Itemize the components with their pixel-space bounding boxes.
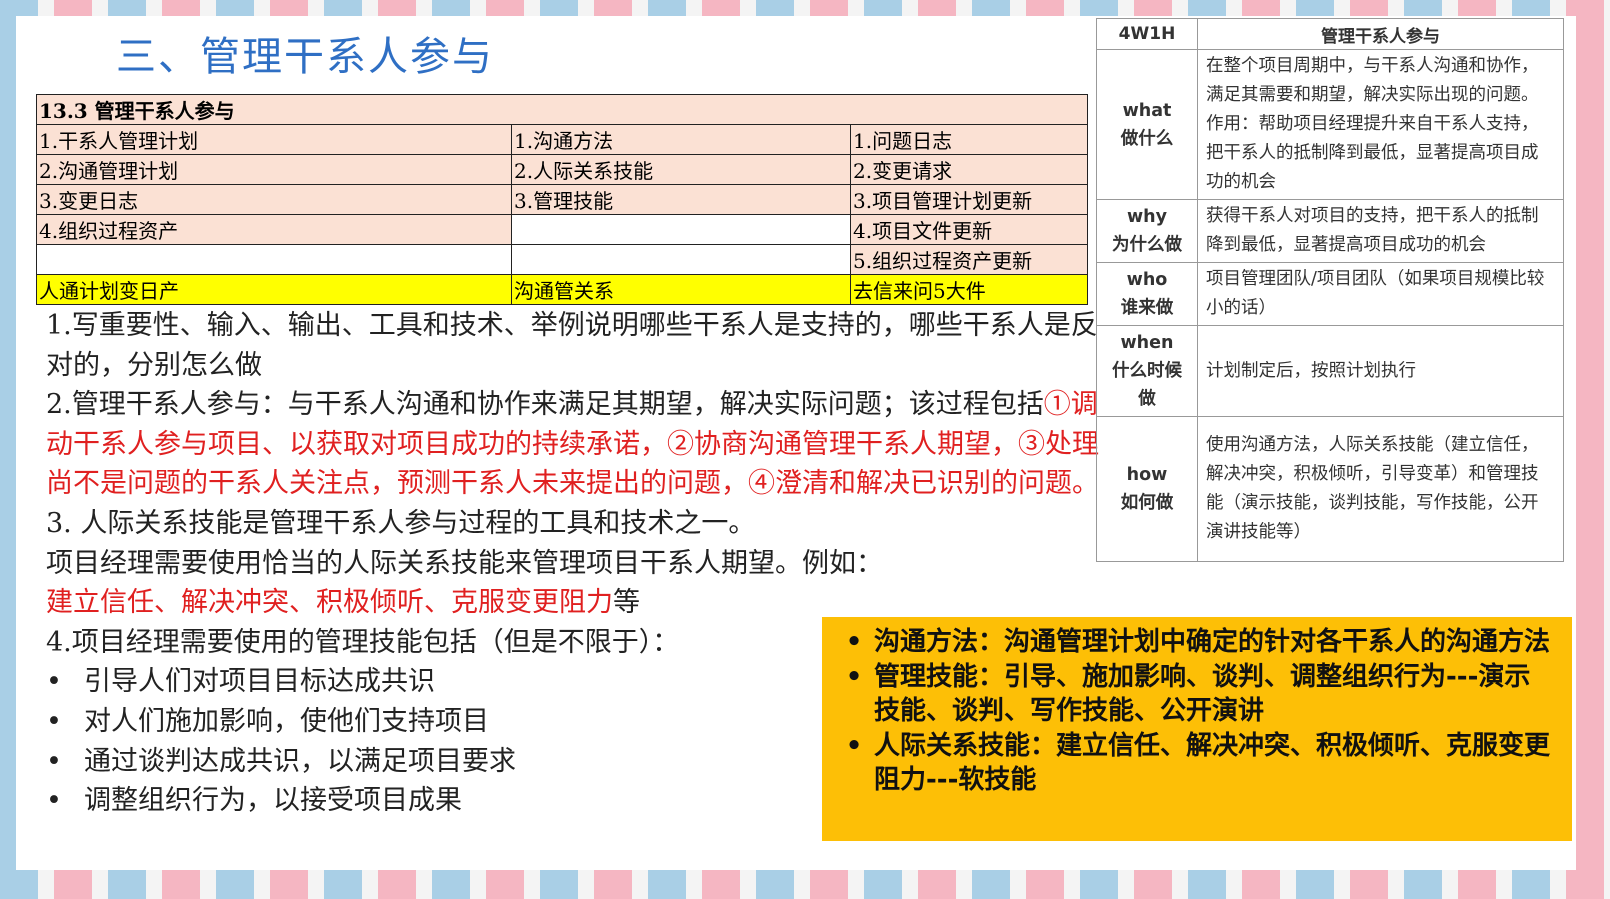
itto-tool-cell [511, 214, 851, 245]
list-item-text: 调整组织行为，以接受项目成果 [84, 785, 462, 817]
page-title: 三、管理干系人参与 [116, 34, 494, 80]
4w1h-key: why 为什么做 [1096, 199, 1198, 263]
4w1h-key: who 谁来做 [1096, 262, 1198, 326]
itto-tool-cell: 3.管理技能 [511, 184, 851, 215]
mnemonic-cell: 人通计划变日产 [36, 274, 512, 305]
itto-output-cell: 5.组织过程资产更新 [850, 244, 1088, 275]
4w1h-key-en: what [1122, 100, 1172, 121]
4w1h-table: 4W1H 管理干系人参与 what 做什么 在整个项目周期中，与干系人沟通和协作，… [1096, 18, 1564, 562]
itto-input-cell: 1.干系人管理计划 [36, 124, 512, 155]
4w1h-key: what 做什么 [1096, 49, 1198, 200]
bullet-icon: • [46, 785, 62, 817]
bullet-icon: • [46, 666, 62, 698]
4w1h-value: 使用沟通方法，人际关系技能（建立信任，解决冲突，积极倾听，引导变革）和管理技能（… [1197, 416, 1564, 562]
paragraph-5-text: 等 [613, 587, 640, 619]
bullet-icon: • [46, 705, 62, 737]
itto-output-cell: 2.变更请求 [850, 154, 1088, 185]
4w1h-col2-header: 管理干系人参与 [1197, 18, 1564, 50]
summary-box: • 沟通方法：沟通管理计划中确定的针对各干系人的沟通方法 • 管理技能：引导、施加影… [822, 617, 1572, 841]
4w1h-key-zh: 如何做 [1120, 493, 1174, 513]
itto-header: 13.3 管理干系人参与 [36, 94, 1088, 125]
paragraph-2-text: 2.管理干系人参与：与干系人沟通和协作来满足其期望，解决实际问题；该过程包括 [46, 389, 1044, 421]
itto-tool-cell: 1.沟通方法 [511, 124, 851, 155]
4w1h-key: when 什么时候做 [1096, 325, 1198, 417]
table-row: 4.组织过程资产 4.项目文件更新 [36, 214, 1088, 245]
4w1h-key-en: who [1126, 270, 1168, 290]
summary-item-text: 人际关系技能：建立信任、解决冲突、积极倾听、克服变更阻力---软技能 [874, 730, 1551, 796]
itto-output-cell: 1.问题日志 [850, 124, 1088, 155]
bullet-icon: • [845, 661, 863, 692]
4w1h-value: 项目管理团队/项目团队（如果项目规模比较小的话） [1197, 262, 1564, 326]
4w1h-key-zh: 谁来做 [1120, 298, 1174, 318]
4w1h-key: how 如何做 [1096, 416, 1198, 562]
table-row: 2.沟通管理计划 2.人际关系技能 2.变更请求 [36, 154, 1088, 185]
bullet-icon: • [46, 745, 62, 777]
itto-output-cell: 3.项目管理计划更新 [850, 184, 1088, 215]
4w1h-value: 在整个项目周期中，与干系人沟通和协作，满足其需要和期望，解决实际出现的问题。作用… [1197, 49, 1564, 200]
summary-item-text: 管理技能：引导、施加影响、谈判、调整组织行为---演示技能、谈判、写作技能、公开… [874, 661, 1531, 727]
table-row: why 为什么做 获得干系人对项目的支持，把干系人的抵制降到最低，显著提高项目成功… [1096, 199, 1564, 263]
4w1h-col1-header: 4W1H [1096, 18, 1198, 50]
4w1h-header-row: 4W1H 管理干系人参与 [1096, 18, 1564, 50]
list-item-text: 引导人们对项目目标达成共识 [84, 666, 435, 698]
paragraph-3: 3. 人际关系技能是管理干系人参与过程的工具和技术之一。 [46, 507, 756, 539]
paragraph-1: 1.写重要性、输入、输出、工具和技术、举例说明哪些干系人是支持的，哪些干系人是反… [46, 310, 1098, 381]
summary-item-text: 沟通方法：沟通管理计划中确定的针对各干系人的沟通方法 [874, 627, 1551, 657]
itto-table: 13.3 管理干系人参与 1.干系人管理计划 1.沟通方法 1.问题日志 2.沟… [36, 94, 1088, 305]
itto-header-row: 13.3 管理干系人参与 [36, 94, 1088, 125]
list-item: • 管理技能：引导、施加影响、谈判、调整组织行为---演示技能、谈判、写作技能、公… [834, 660, 1554, 729]
4w1h-key-en: why [1126, 207, 1168, 227]
itto-input-cell [36, 244, 512, 275]
bullet-icon: • [845, 730, 863, 761]
list-item-text: 对人们施加影响，使他们支持项目 [84, 705, 489, 737]
mnemonic-row: 人通计划变日产 沟通管关系 去信来问5大件 [36, 274, 1088, 305]
paragraph-5-highlight: 建立信任、解决冲突、积极倾听、克服变更阻力 [46, 587, 613, 619]
itto-tool-cell: 2.人际关系技能 [511, 154, 851, 185]
itto-input-cell: 4.组织过程资产 [36, 214, 512, 245]
table-row: 1.干系人管理计划 1.沟通方法 1.问题日志 [36, 124, 1088, 155]
table-row: who 谁来做 项目管理团队/项目团队（如果项目规模比较小的话） [1096, 262, 1564, 326]
itto-input-cell: 2.沟通管理计划 [36, 154, 512, 185]
list-item: • 沟通方法：沟通管理计划中确定的针对各干系人的沟通方法 [834, 625, 1554, 660]
list-item: • 人际关系技能：建立信任、解决冲突、积极倾听、克服变更阻力---软技能 [834, 729, 1554, 798]
table-row: how 如何做 使用沟通方法，人际关系技能（建立信任，解决冲突，积极倾听，引导变革… [1096, 416, 1564, 562]
slide: 三、管理干系人参与 13.3 管理干系人参与 1.干系人管理计划 1.沟通方法 … [16, 16, 1576, 870]
table-row: when 什么时候做 计划制定后，按照计划执行 [1096, 325, 1564, 417]
4w1h-key-en: how [1126, 465, 1168, 485]
4w1h-value: 计划制定后，按照计划执行 [1197, 325, 1564, 417]
list-item-text: 通过谈判达成共识，以满足项目要求 [84, 745, 516, 777]
mnemonic-cell: 去信来问5大件 [850, 274, 1088, 305]
itto-output-cell: 4.项目文件更新 [850, 214, 1088, 245]
paragraph-2: 2.管理干系人参与：与干系人沟通和协作来满足其期望，解决实际问题；该过程包括①调… [46, 385, 1106, 504]
bullet-icon: • [845, 627, 863, 657]
4w1h-key-zh: 做什么 [1120, 128, 1174, 149]
table-row: 3.变更日志 3.管理技能 3.项目管理计划更新 [36, 184, 1088, 215]
4w1h-key-zh: 为什么做 [1112, 235, 1182, 255]
4w1h-key-zh: 什么时候做 [1112, 361, 1182, 409]
mnemonic-cell: 沟通管关系 [511, 274, 851, 305]
table-row: 5.组织过程资产更新 [36, 244, 1088, 275]
itto-input-cell: 3.变更日志 [36, 184, 512, 215]
table-row: what 做什么 在整个项目周期中，与干系人沟通和协作，满足其需要和期望，解决实际… [1096, 49, 1564, 200]
paragraph-4: 项目经理需要使用恰当的人际关系技能来管理项目干系人期望。例如： [46, 547, 883, 579]
itto-tool-cell [511, 244, 851, 275]
4w1h-value: 获得干系人对项目的支持，把干系人的抵制降到最低，显著提高项目成功的机会 [1197, 199, 1564, 263]
4w1h-key-en: when [1120, 333, 1174, 353]
